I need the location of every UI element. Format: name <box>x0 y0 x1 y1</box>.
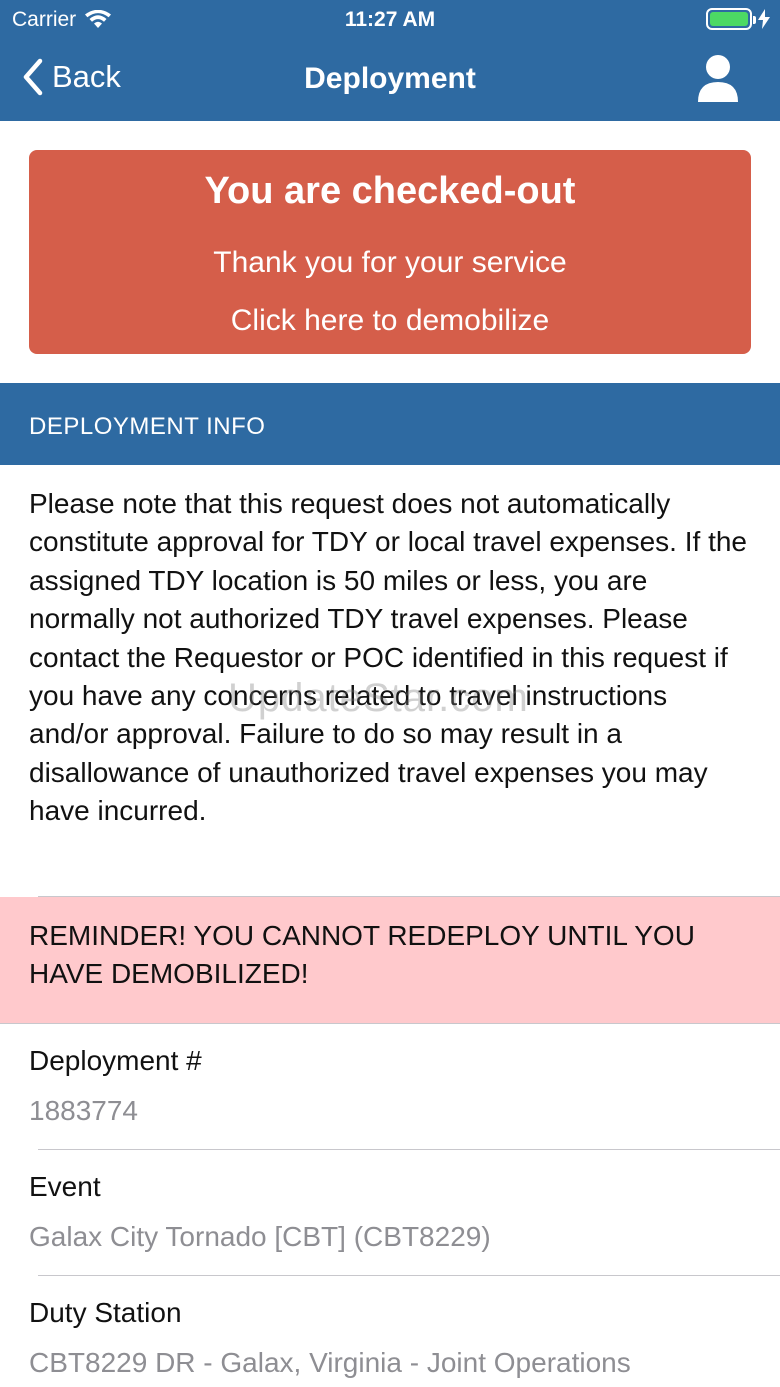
status-bar: Carrier 11:27 AM <box>0 0 780 40</box>
banner-title: You are checked-out <box>204 170 576 212</box>
battery-indicator <box>706 8 770 30</box>
duty-station-value: CBT8229 DR - Galax, Virginia - Joint Ope… <box>29 1347 631 1378</box>
watermark: UpdateStar.com <box>228 676 529 720</box>
demobilize-banner[interactable]: You are checked-out Thank you for your s… <box>29 150 751 354</box>
deployment-number-value: 1883774 <box>29 1095 139 1126</box>
page-title: Deployment <box>304 62 476 95</box>
deployment-info-header: DEPLOYMENT INFO <box>0 383 780 465</box>
travel-notice: Please note that this request does not a… <box>29 488 748 827</box>
clock: 11:27 AM <box>344 8 436 31</box>
section-header-label: DEPLOYMENT INFO <box>29 413 266 440</box>
event-row: Event Galax City Tornado [CBT] (CBT8229) <box>0 1149 780 1275</box>
navigation-bar: Back Deployment <box>0 40 780 121</box>
event-value: Galax City Tornado [CBT] (CBT8229) <box>29 1221 491 1252</box>
demobilize-link[interactable]: Click here to demobilize <box>29 304 751 338</box>
duty-station-label: Duty Station <box>29 1297 182 1328</box>
battery-icon <box>706 8 756 30</box>
reminder-text: REMINDER! YOU CANNOT REDEPLOY UNTIL YOU … <box>29 920 695 989</box>
deployment-screen: Carrier 11:27 AM Back Deployment You are… <box>0 0 780 1387</box>
duty-station-row: Duty Station CBT8229 DR - Galax, Virgini… <box>0 1275 780 1387</box>
user-icon[interactable] <box>696 54 740 104</box>
reminder-banner: REMINDER! YOU CANNOT REDEPLOY UNTIL YOU … <box>0 897 780 1023</box>
deployment-number-row: Deployment # 1883774 <box>0 1023 780 1149</box>
event-label: Event <box>29 1171 101 1202</box>
banner-thanks: Thank you for your service <box>213 246 567 279</box>
bolt-icon <box>758 9 770 29</box>
deployment-number-label: Deployment # <box>29 1045 202 1076</box>
